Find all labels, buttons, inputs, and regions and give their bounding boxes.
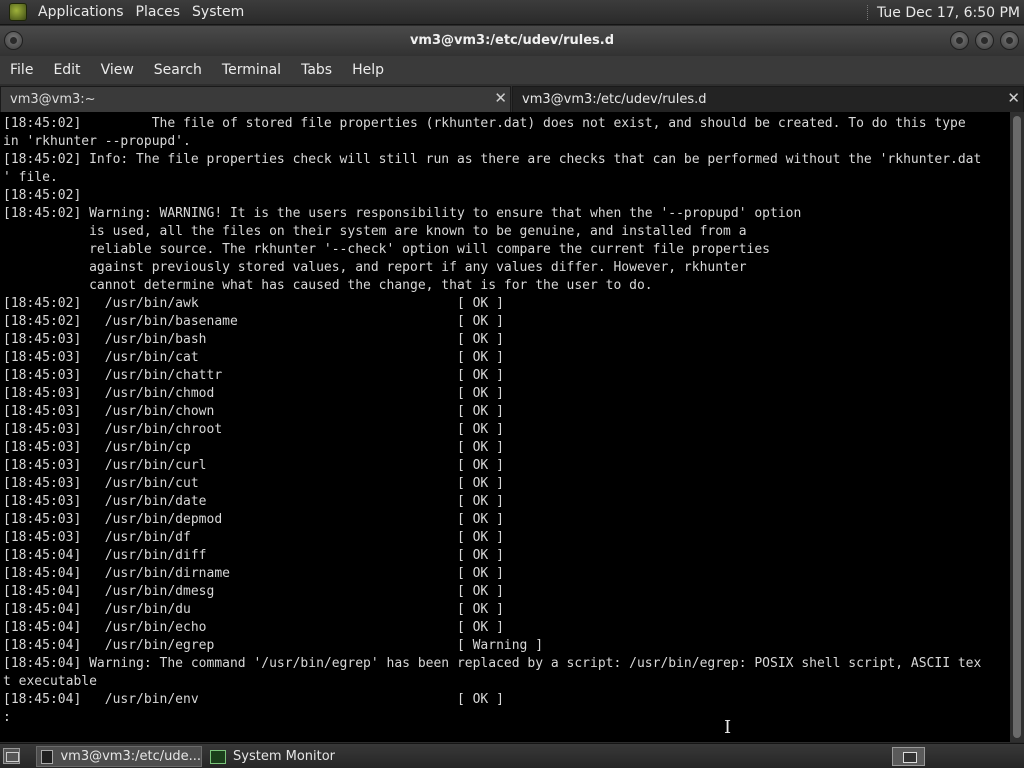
terminal-line: [18:45:03] /usr/bin/chattr [ OK ] — [3, 368, 504, 383]
panel-separator — [866, 5, 869, 20]
terminal-line: [18:45:02] The file of stored file prope… — [3, 116, 966, 131]
terminal-line: [18:45:03] /usr/bin/cp [ OK ] — [3, 440, 504, 455]
menu-file[interactable]: File — [0, 62, 43, 78]
tab-home[interactable]: vm3@vm3:~ ✕ — [0, 86, 511, 112]
terminal-line: [18:45:02] /usr/bin/basename [ OK ] — [3, 314, 504, 329]
terminal-icon — [41, 749, 54, 764]
tab-close-icon[interactable]: ✕ — [1007, 89, 1020, 107]
terminal-line: : — [3, 710, 11, 725]
terminal-line: [18:45:03] /usr/bin/cat [ OK ] — [3, 350, 504, 365]
terminal-line: cannot determine what has caused the cha… — [3, 278, 653, 293]
panel-right-area: Tue Dec 17, 6:50 PM — [866, 0, 1024, 25]
maximize-button[interactable] — [975, 31, 994, 50]
terminal-line: [18:45:03] /usr/bin/date [ OK ] — [3, 494, 504, 509]
terminal-line: reliable source. The rkhunter '--check' … — [3, 242, 771, 257]
menu-tabs[interactable]: Tabs — [291, 62, 342, 78]
taskbar-system-monitor[interactable]: System Monitor — [206, 746, 376, 767]
scrollbar-thumb[interactable] — [1013, 116, 1021, 738]
tab-label: vm3@vm3:/etc/udev/rules.d — [522, 92, 707, 107]
bottom-panel: vm3@vm3:/etc/ude... System Monitor — [0, 743, 1024, 768]
window-titlebar[interactable]: vm3@vm3:/etc/udev/rules.d — [0, 26, 1024, 56]
terminal-line: [18:45:04] /usr/bin/echo [ OK ] — [3, 620, 504, 635]
terminal-line: is used, all the files on their system a… — [3, 224, 747, 239]
terminal-line: [18:45:02] Info: The file properties che… — [3, 152, 982, 167]
places-menu[interactable]: Places — [130, 4, 187, 20]
tab-close-icon[interactable]: ✕ — [494, 89, 507, 107]
window-title: vm3@vm3:/etc/udev/rules.d — [409, 33, 615, 48]
minimize-button[interactable] — [950, 31, 969, 50]
tab-bar: vm3@vm3:~ ✕ vm3@vm3:/etc/udev/rules.d ✕ — [0, 84, 1024, 112]
terminal-line: against previously stored values, and re… — [3, 260, 747, 275]
taskbar-label: vm3@vm3:/etc/ude... — [60, 749, 201, 764]
menubar: File Edit View Search Terminal Tabs Help — [0, 56, 1024, 84]
applications-menu[interactable]: Applications — [32, 4, 130, 20]
terminal-line: [18:45:04] /usr/bin/env [ OK ] — [3, 692, 504, 707]
show-desktop-icon[interactable] — [3, 748, 20, 764]
terminal-line: [18:45:04] Warning: The command '/usr/bi… — [3, 656, 982, 671]
terminal-line: [18:45:04] /usr/bin/du [ OK ] — [3, 602, 504, 617]
workspace-switcher[interactable] — [892, 747, 925, 766]
terminal-line: [18:45:04] /usr/bin/egrep [ Warning ] — [3, 638, 544, 653]
terminal-line: [18:45:03] /usr/bin/bash [ OK ] — [3, 332, 504, 347]
tab-rules-d[interactable]: vm3@vm3:/etc/udev/rules.d ✕ — [512, 86, 1024, 112]
terminal-line: [18:45:03] /usr/bin/depmod [ OK ] — [3, 512, 504, 527]
menu-terminal[interactable]: Terminal — [212, 62, 291, 78]
menu-view[interactable]: View — [91, 62, 144, 78]
taskbar-label: System Monitor — [233, 749, 336, 764]
text-cursor-icon: I — [724, 717, 732, 738]
top-panel: Applications Places System Tue Dec 17, 6… — [0, 0, 1024, 25]
menu-help[interactable]: Help — [342, 62, 394, 78]
terminal-line: [18:45:02] — [3, 188, 82, 203]
terminal-output[interactable]: [18:45:02] The file of stored file prope… — [0, 112, 1010, 742]
terminal-line: [18:45:03] /usr/bin/cut [ OK ] — [3, 476, 504, 491]
terminal-line: ' file. — [3, 170, 58, 185]
terminal-line: [18:45:02] Warning: WARNING! It is the u… — [3, 206, 802, 221]
terminal-line: [18:45:04] /usr/bin/diff [ OK ] — [3, 548, 504, 563]
terminal-line: in 'rkhunter --propupd'. — [3, 134, 191, 149]
menu-edit[interactable]: Edit — [43, 62, 90, 78]
terminal-line: [18:45:04] /usr/bin/dmesg [ OK ] — [3, 584, 504, 599]
applications-logo-icon[interactable] — [9, 3, 27, 21]
menu-search[interactable]: Search — [144, 62, 212, 78]
system-monitor-icon — [210, 749, 226, 764]
terminal-line: [18:45:03] /usr/bin/chroot [ OK ] — [3, 422, 504, 437]
clock[interactable]: Tue Dec 17, 6:50 PM — [877, 5, 1024, 21]
system-menu[interactable]: System — [186, 4, 250, 20]
terminal-line: [18:45:03] /usr/bin/df [ OK ] — [3, 530, 504, 545]
terminal-scrollbar[interactable] — [1010, 112, 1024, 742]
terminal-line: [18:45:04] /usr/bin/dirname [ OK ] — [3, 566, 504, 581]
taskbar-terminal[interactable]: vm3@vm3:/etc/ude... — [36, 746, 202, 767]
terminal-line: [18:45:03] /usr/bin/chown [ OK ] — [3, 404, 504, 419]
terminal-line: t executable — [3, 674, 97, 689]
close-button[interactable] — [1000, 31, 1019, 50]
terminal-line: [18:45:02] /usr/bin/awk [ OK ] — [3, 296, 504, 311]
tab-label: vm3@vm3:~ — [10, 92, 96, 107]
terminal-line: [18:45:03] /usr/bin/curl [ OK ] — [3, 458, 504, 473]
terminal-line: [18:45:03] /usr/bin/chmod [ OK ] — [3, 386, 504, 401]
